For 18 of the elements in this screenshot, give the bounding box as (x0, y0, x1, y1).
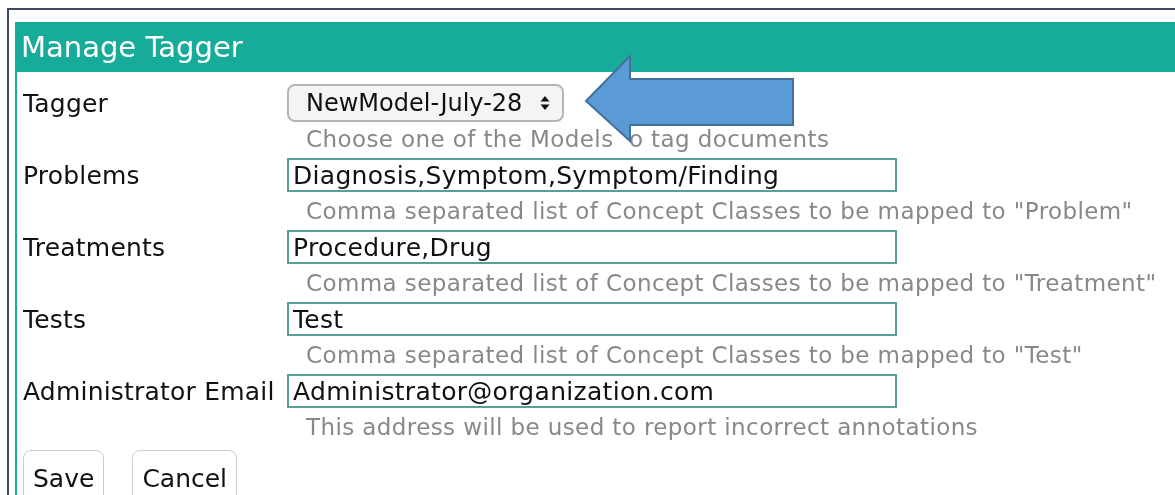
cancel-button[interactable]: Cancel (132, 450, 238, 495)
hint-text: This address will be used to report incorrect annotations (306, 414, 978, 440)
dropdown[interactable]: NewModel-July-28 (287, 84, 565, 122)
hint-text: Comma separated list of Concept Classes to be mapped to "Problem" (306, 198, 1133, 224)
input-field[interactable]: Administrator@organization.com (287, 374, 897, 408)
field-label: Tests (23, 303, 88, 336)
panel-title: Manage Tagger (21, 30, 243, 64)
up-down-icon (540, 95, 551, 111)
field-label: Tagger (23, 87, 110, 120)
input-field[interactable]: Diagnosis,Symptom,Symptom/Finding (287, 158, 897, 192)
field-label: Problems (23, 159, 141, 192)
input-field[interactable]: Test (287, 302, 897, 336)
field-label: Treatments (23, 231, 167, 264)
save-button[interactable]: Save (23, 450, 105, 495)
hint-text: Comma separated list of Concept Classes to be mapped to "Treatment" (306, 270, 1157, 296)
field-label: Administrator Email (23, 375, 276, 408)
input-field[interactable]: Procedure,Drug (287, 230, 897, 264)
hint-text: Comma separated list of Concept Classes to be mapped to "Test" (306, 342, 1083, 368)
